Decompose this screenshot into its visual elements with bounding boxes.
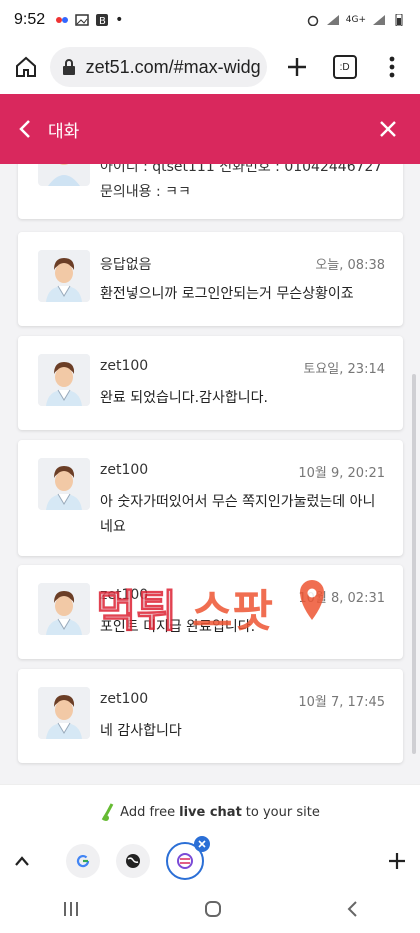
signal-icon-2: [373, 15, 385, 25]
home-nav-icon: [205, 900, 221, 917]
close-icon: [380, 121, 396, 137]
add-tab-button[interactable]: [388, 852, 406, 870]
notification-icons: B •: [55, 12, 123, 28]
chevron-up-icon: [15, 856, 29, 866]
conversation-item[interactable]: zet100 토요일, 23:14 완료 되었습니다.감사합니다.: [18, 336, 403, 430]
home-icon: [15, 56, 36, 77]
message-time: 10월 7, 17:45: [298, 695, 385, 710]
back-button[interactable]: [18, 119, 32, 139]
conversation-item[interactable]: 응답없음 오늘, 08:38 환전넣으니까 로그인안되는거 무슨상황이죠: [18, 232, 403, 326]
sender-name: zet100: [100, 358, 149, 374]
message-preview: 네 감사합니다: [100, 723, 182, 739]
tab-count: :D: [332, 55, 357, 79]
tab-strip: [0, 836, 420, 884]
back-nav-button[interactable]: [346, 900, 358, 918]
avatar: [38, 354, 90, 406]
home-nav-button[interactable]: [204, 900, 222, 918]
message-time: 토요일, 23:14: [303, 362, 385, 377]
status-bar: 9:52 B • 4G+: [0, 0, 420, 40]
close-button[interactable]: [374, 115, 402, 143]
close-tab-button[interactable]: [194, 836, 210, 852]
alarm-icon: [307, 15, 318, 26]
new-tab-button[interactable]: [279, 49, 315, 85]
footer-suffix: to your site: [245, 804, 320, 820]
more-vert-icon: [389, 56, 395, 78]
avatar: [38, 250, 90, 302]
avatar: [38, 458, 90, 510]
chat-header: 대화: [0, 94, 420, 164]
message-time: 10월 9, 20:21: [298, 466, 385, 481]
expand-tabs-button[interactable]: [14, 855, 30, 867]
svg-text:B: B: [99, 16, 106, 26]
message-time: 오늘, 08:38: [315, 258, 385, 273]
conversation-item[interactable]: zet100 10월 7, 17:45 네 감사합니다: [18, 669, 403, 763]
sender-name: zet100: [100, 691, 149, 707]
b-app-icon: B: [96, 14, 109, 26]
browser-toolbar: zet51.com/#max-widg :D: [0, 40, 420, 94]
footer-prefix: Add free: [120, 804, 176, 820]
status-time: 9:52: [14, 11, 46, 28]
scrollbar[interactable]: [412, 374, 416, 754]
message-preview: 환전넣으니까 로그인안되는거 무슨상황이죠: [100, 286, 354, 302]
close-icon: [198, 840, 206, 848]
tab-switcher-button[interactable]: :D: [327, 49, 363, 85]
recents-button[interactable]: [62, 901, 80, 917]
sender-name: 응답없음: [100, 257, 152, 273]
chevron-left-icon: [19, 120, 30, 138]
address-bar[interactable]: zet51.com/#max-widg: [49, 47, 268, 87]
back-nav-icon: [347, 900, 357, 917]
footer-bold: live chat: [179, 804, 242, 820]
chat-title: 대화: [48, 121, 80, 142]
conversation-item-partial[interactable]: 아이디 : qtset111 전화번호 : 01042446727 문의내용 :…: [18, 164, 403, 219]
plus-icon: [389, 853, 405, 869]
message-preview: 포인트 미지급 완료입니다.: [100, 619, 256, 635]
avatar: [38, 687, 90, 739]
message-time: 10월 8, 02:31: [298, 591, 385, 606]
tab-google[interactable]: [66, 844, 100, 878]
more-dot-icon: •: [115, 12, 124, 28]
message-preview: 아이디 : qtset111 전화번호 : 01042446727 문의내용 :…: [100, 164, 383, 200]
status-right: 4G+: [306, 14, 406, 26]
avatar: [38, 164, 90, 186]
signal-icon: [326, 15, 339, 25]
recents-icon: [64, 901, 78, 916]
message-preview: 아 숫자가떠있어서 무슨 쪽지인가눌렀는데 아니네요: [100, 494, 376, 535]
gallery-icon: [75, 14, 89, 26]
google-icon: [76, 854, 90, 868]
sender-name: zet100: [100, 462, 149, 478]
message-preview: 완료 되었습니다.감사합니다.: [100, 390, 268, 406]
conversation-item[interactable]: zet100 10월 9, 20:21 아 숫자가떠있어서 무슨 쪽지인가눌렀는데 …: [18, 440, 403, 556]
plus-icon: [288, 58, 307, 76]
lock-icon: [62, 59, 75, 75]
system-navbar: [0, 884, 420, 933]
livechat-footer[interactable]: Add free live chat to your site: [0, 784, 420, 839]
battery-icon: [395, 14, 403, 26]
avatar: [38, 583, 90, 635]
globe-icon: [126, 854, 140, 868]
conversation-item[interactable]: zet100 10월 8, 02:31 포인트 미지급 완료입니다.: [18, 565, 403, 659]
livechat-logo-icon: [101, 803, 114, 821]
conversation-list[interactable]: 아이디 : qtset111 전화번호 : 01042446727 문의내용 :…: [0, 164, 420, 784]
tab-active-site[interactable]: [166, 836, 210, 880]
tab-globe[interactable]: [116, 844, 150, 878]
url-text: zet51.com/#max-widg: [85, 56, 261, 77]
browser-menu-button[interactable]: [374, 49, 410, 85]
site-favicon-icon: [177, 853, 193, 869]
home-button[interactable]: [10, 51, 42, 83]
network-label: 4G+: [345, 15, 366, 25]
sender-name: zet100: [100, 587, 149, 603]
media-icon: [56, 17, 69, 23]
